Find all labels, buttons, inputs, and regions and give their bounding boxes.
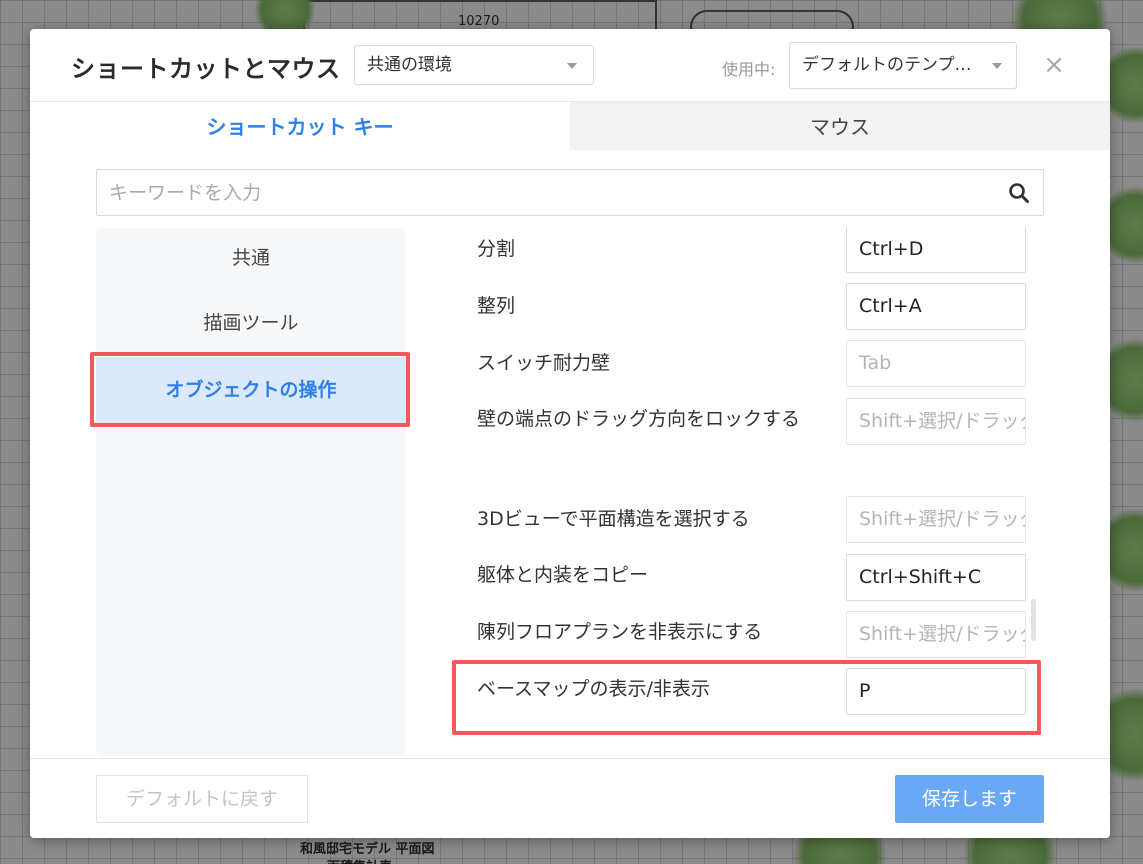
plant-decoration	[1105, 500, 1143, 600]
environment-select[interactable]: 共通の環境	[354, 45, 594, 85]
search-box	[96, 169, 1044, 216]
search-icon[interactable]	[1007, 181, 1031, 205]
sidebar-item-object-operations[interactable]: オブジェクトの操作	[96, 357, 406, 423]
shortcut-list: 分割 Ctrl+D 整列 Ctrl+A スイッチ耐力壁 Tab 壁の端点のドラッ…	[460, 228, 1060, 756]
sidebar-item-drawing-tools[interactable]: 描画ツール	[96, 290, 406, 356]
shortcut-key-field[interactable]: Shift+選択/ドラッグ	[846, 496, 1026, 543]
dialog-header: ショートカットとマウス 共通の環境 使用中: デフォルトのテンプ… ×	[30, 29, 1110, 102]
shortcut-label: 躯体と内装をコピー	[477, 564, 649, 586]
environment-select-value: 共通の環境	[367, 55, 452, 75]
sidebar-item-common[interactable]: 共通	[96, 225, 406, 291]
shortcut-label: 3Dビューで平面構造を選択する	[477, 508, 750, 530]
shortcut-label: ベースマップの表示/非表示	[477, 678, 710, 700]
shortcut-key-field[interactable]: Shift+選択/ドラッグ	[846, 398, 1026, 445]
caret-down-icon	[992, 63, 1002, 69]
template-label: 使用中:	[722, 60, 776, 79]
shortcut-key-field[interactable]: Ctrl+D	[846, 228, 1026, 273]
shortcut-key-field[interactable]: P	[846, 668, 1026, 715]
shortcut-settings-dialog: ショートカットとマウス 共通の環境 使用中: デフォルトのテンプ… × ショート…	[30, 29, 1110, 838]
plant-decoration	[1105, 330, 1143, 430]
reset-default-button[interactable]: デフォルトに戻す	[96, 775, 308, 823]
plan-number: 10270	[458, 14, 500, 29]
shortcut-key-field[interactable]: Ctrl+A	[846, 283, 1026, 330]
shortcut-label: 分割	[477, 238, 516, 260]
plan-caption: 面積集計表	[327, 856, 392, 864]
shortcut-label: 陳列フロアプランを非表示にする	[477, 621, 763, 643]
close-icon[interactable]: ×	[1040, 51, 1068, 79]
template-select[interactable]: デフォルトのテンプ…	[789, 42, 1017, 89]
category-sidebar: 共通 描画ツール オブジェクトの操作	[96, 228, 406, 756]
plant-decoration	[1105, 40, 1143, 130]
shortcut-label: 整列	[477, 295, 516, 317]
list-scrollbar[interactable]	[1031, 599, 1036, 641]
plant-decoration	[1105, 180, 1143, 270]
shortcut-key-field[interactable]: Shift+選択/ドラッグ	[846, 611, 1026, 658]
tab-mouse[interactable]: マウス	[570, 102, 1110, 150]
tab-shortcut-keys[interactable]: ショートカット キー	[30, 102, 570, 150]
caret-down-icon	[567, 63, 577, 69]
search-input[interactable]	[97, 170, 1001, 215]
dialog-title: ショートカットとマウス	[71, 55, 341, 83]
dialog-footer: デフォルトに戻す 保存します	[30, 758, 1110, 838]
plan-caption: 和風邸宅モデル 平面図	[300, 842, 435, 857]
shortcut-label: スイッチ耐力壁	[477, 352, 611, 374]
shortcut-key-field[interactable]: Tab	[846, 340, 1026, 387]
shortcut-key-field[interactable]: Ctrl+Shift+C	[846, 554, 1026, 601]
tab-bar: ショートカット キー マウス	[30, 102, 1110, 150]
shortcut-label: 壁の端点のドラッグ方向をロックする	[477, 408, 801, 430]
save-button[interactable]: 保存します	[895, 775, 1044, 823]
template-select-value: デフォルトのテンプ…	[802, 55, 972, 75]
